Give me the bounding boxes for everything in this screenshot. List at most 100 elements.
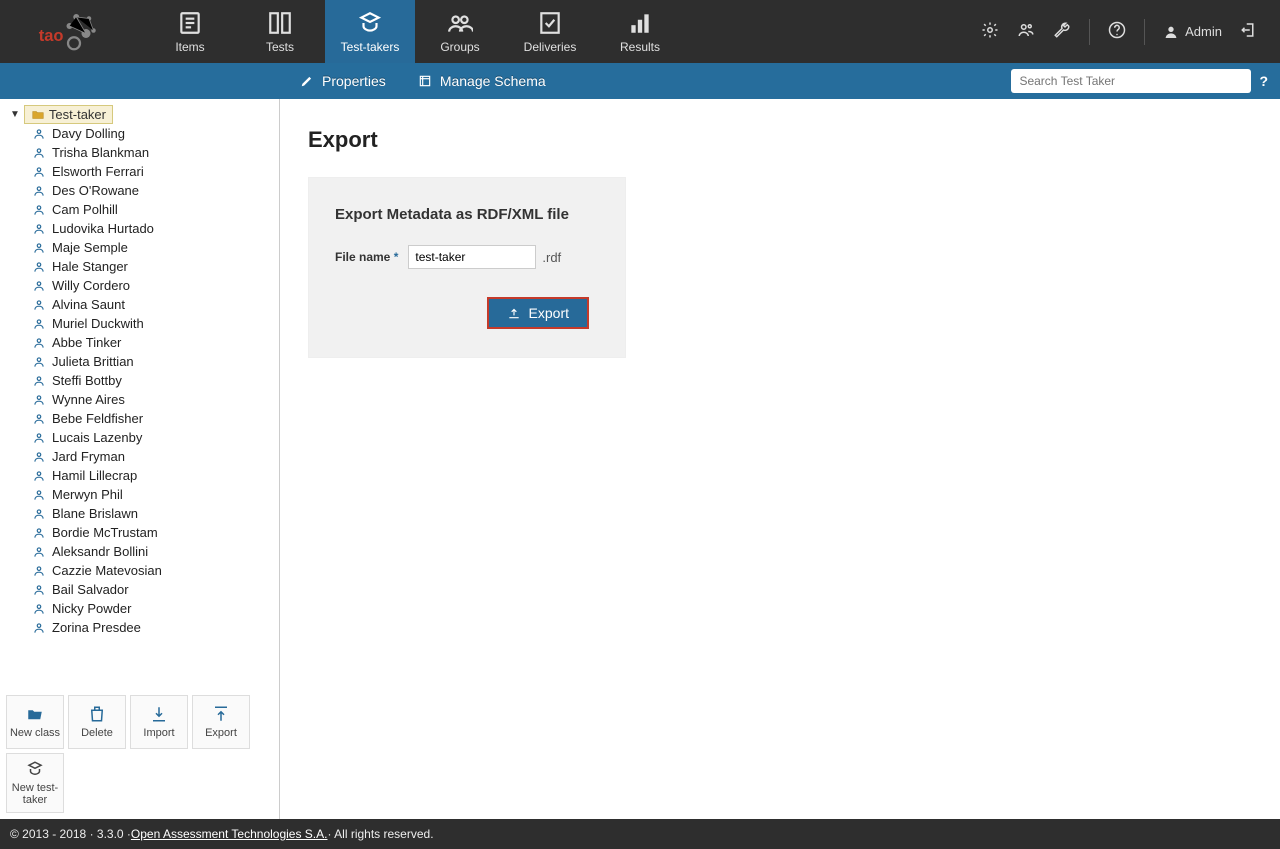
tree-root[interactable]: ▼ Test-taker xyxy=(10,105,275,124)
tree-leaf[interactable]: Muriel Duckwith xyxy=(32,314,275,333)
person-icon xyxy=(32,222,46,236)
results-icon xyxy=(627,10,653,36)
tree-leaf[interactable]: Des O'Rowane xyxy=(32,181,275,200)
help-icon[interactable]: ? xyxy=(1259,73,1268,89)
person-icon xyxy=(32,127,46,141)
tools-icon[interactable] xyxy=(1053,21,1071,42)
nav-items[interactable]: Items xyxy=(145,0,235,63)
nav-results[interactable]: Results xyxy=(595,0,685,63)
person-icon xyxy=(32,583,46,597)
tests-icon xyxy=(267,10,293,36)
main-nav: ItemsTestsTest-takersGroupsDeliveriesRes… xyxy=(145,0,685,63)
export-button[interactable]: Export xyxy=(487,297,589,329)
search-input[interactable] xyxy=(1011,69,1251,93)
person-icon xyxy=(32,336,46,350)
action-bar: Properties Manage Schema ? xyxy=(0,63,1280,99)
new-test-taker-icon xyxy=(26,760,44,778)
action-new-class[interactable]: New class xyxy=(6,695,64,749)
delete-icon xyxy=(88,705,106,723)
tree-panel: ▼ Test-taker Davy DollingTrisha Blankman… xyxy=(0,99,279,689)
person-icon xyxy=(32,203,46,217)
tree-leaf[interactable]: Davy Dolling xyxy=(32,124,275,143)
person-icon xyxy=(32,450,46,464)
export-icon xyxy=(212,705,230,723)
pencil-icon xyxy=(300,74,314,88)
root-label: Test-taker xyxy=(49,107,106,122)
sidebar-actions: New classDeleteImportExport New test- tak… xyxy=(0,689,279,819)
new-class-icon xyxy=(26,705,44,723)
nav-test-takers[interactable]: Test-takers xyxy=(325,0,415,63)
tree-toggle-icon[interactable]: ▼ xyxy=(10,109,20,120)
nav-tests[interactable]: Tests xyxy=(235,0,325,63)
export-panel: Export Metadata as RDF/XML file File nam… xyxy=(308,177,626,358)
tree-leaf[interactable]: Cam Polhill xyxy=(32,200,275,219)
tree-leaf[interactable]: Willy Cordero xyxy=(32,276,275,295)
tree-leaf[interactable]: Steffi Bottby xyxy=(32,371,275,390)
person-icon xyxy=(32,545,46,559)
nav-groups[interactable]: Groups xyxy=(415,0,505,63)
import-icon xyxy=(150,705,168,723)
tree-leaf[interactable]: Abbe Tinker xyxy=(32,333,275,352)
person-icon xyxy=(32,279,46,293)
users-icon[interactable] xyxy=(1017,21,1035,42)
tree-leaf[interactable]: Hamil Lillecrap xyxy=(32,466,275,485)
tree-leaf[interactable]: Aleksandr Bollini xyxy=(32,542,275,561)
user-label: Admin xyxy=(1185,24,1222,39)
tree-leaf[interactable]: Nicky Powder xyxy=(32,599,275,618)
tree-leaf[interactable]: Bebe Feldfisher xyxy=(32,409,275,428)
logo[interactable]: tao xyxy=(0,7,145,57)
person-icon xyxy=(32,469,46,483)
tree-leaf[interactable]: Merwyn Phil xyxy=(32,485,275,504)
search-icon[interactable] xyxy=(1230,73,1246,89)
person-icon xyxy=(32,602,46,616)
footer-org-link[interactable]: Open Assessment Technologies S.A. xyxy=(131,827,328,841)
tree-leaf[interactable]: Hale Stanger xyxy=(32,257,275,276)
person-icon xyxy=(32,507,46,521)
file-suffix: .rdf xyxy=(542,250,561,265)
deliveries-icon xyxy=(537,10,563,36)
action-import[interactable]: Import xyxy=(130,695,188,749)
manage-schema-button[interactable]: Manage Schema xyxy=(418,73,546,89)
tree-leaf[interactable]: Lucais Lazenby xyxy=(32,428,275,447)
person-icon xyxy=(32,393,46,407)
content-area: Export Export Metadata as RDF/XML file F… xyxy=(280,99,1280,819)
settings-icon[interactable] xyxy=(981,21,999,42)
app-header: tao ItemsTestsTest-takersGroupsDeliverie… xyxy=(0,0,1280,63)
person-icon xyxy=(32,165,46,179)
test-takers-icon xyxy=(357,10,383,36)
tree-leaf[interactable]: Cazzie Matevosian xyxy=(32,561,275,580)
tree-leaf[interactable]: Ludovika Hurtado xyxy=(32,219,275,238)
tree-leaf[interactable]: Elsworth Ferrari xyxy=(32,162,275,181)
tree-leaf[interactable]: Zorina Presdee xyxy=(32,618,275,637)
action-new-test-taker[interactable]: New test- taker xyxy=(6,753,64,813)
tree-leaf[interactable]: Maje Semple xyxy=(32,238,275,257)
groups-icon xyxy=(447,10,473,36)
user-menu[interactable]: Admin xyxy=(1163,24,1222,40)
tree-leaf[interactable]: Blane Brislawn xyxy=(32,504,275,523)
tree-leaf[interactable]: Trisha Blankman xyxy=(32,143,275,162)
tree-leaf[interactable]: Julieta Brittian xyxy=(32,352,275,371)
action-delete[interactable]: Delete xyxy=(68,695,126,749)
person-icon xyxy=(32,298,46,312)
person-icon xyxy=(32,412,46,426)
items-icon xyxy=(177,10,203,36)
person-icon xyxy=(32,488,46,502)
tree-leaf[interactable]: Bail Salvador xyxy=(32,580,275,599)
file-name-input[interactable] xyxy=(408,245,536,269)
properties-button[interactable]: Properties xyxy=(300,73,386,89)
divider xyxy=(1089,19,1090,45)
nav-deliveries[interactable]: Deliveries xyxy=(505,0,595,63)
panel-title: Export Metadata as RDF/XML file xyxy=(335,206,599,223)
person-icon xyxy=(32,374,46,388)
tree-leaf[interactable]: Wynne Aires xyxy=(32,390,275,409)
footer: © 2013 - 2018 · 3.3.0 · Open Assessment … xyxy=(0,819,1280,849)
tree-leaf[interactable]: Alvina Saunt xyxy=(32,295,275,314)
file-name-label: File name * xyxy=(335,250,398,264)
sidebar: ▼ Test-taker Davy DollingTrisha Blankman… xyxy=(0,99,280,819)
tree-leaf[interactable]: Bordie McTrustam xyxy=(32,523,275,542)
logout-icon[interactable] xyxy=(1240,21,1258,42)
tree-leaf[interactable]: Jard Fryman xyxy=(32,447,275,466)
action-export[interactable]: Export xyxy=(192,695,250,749)
person-icon xyxy=(32,526,46,540)
help-icon[interactable] xyxy=(1108,21,1126,42)
